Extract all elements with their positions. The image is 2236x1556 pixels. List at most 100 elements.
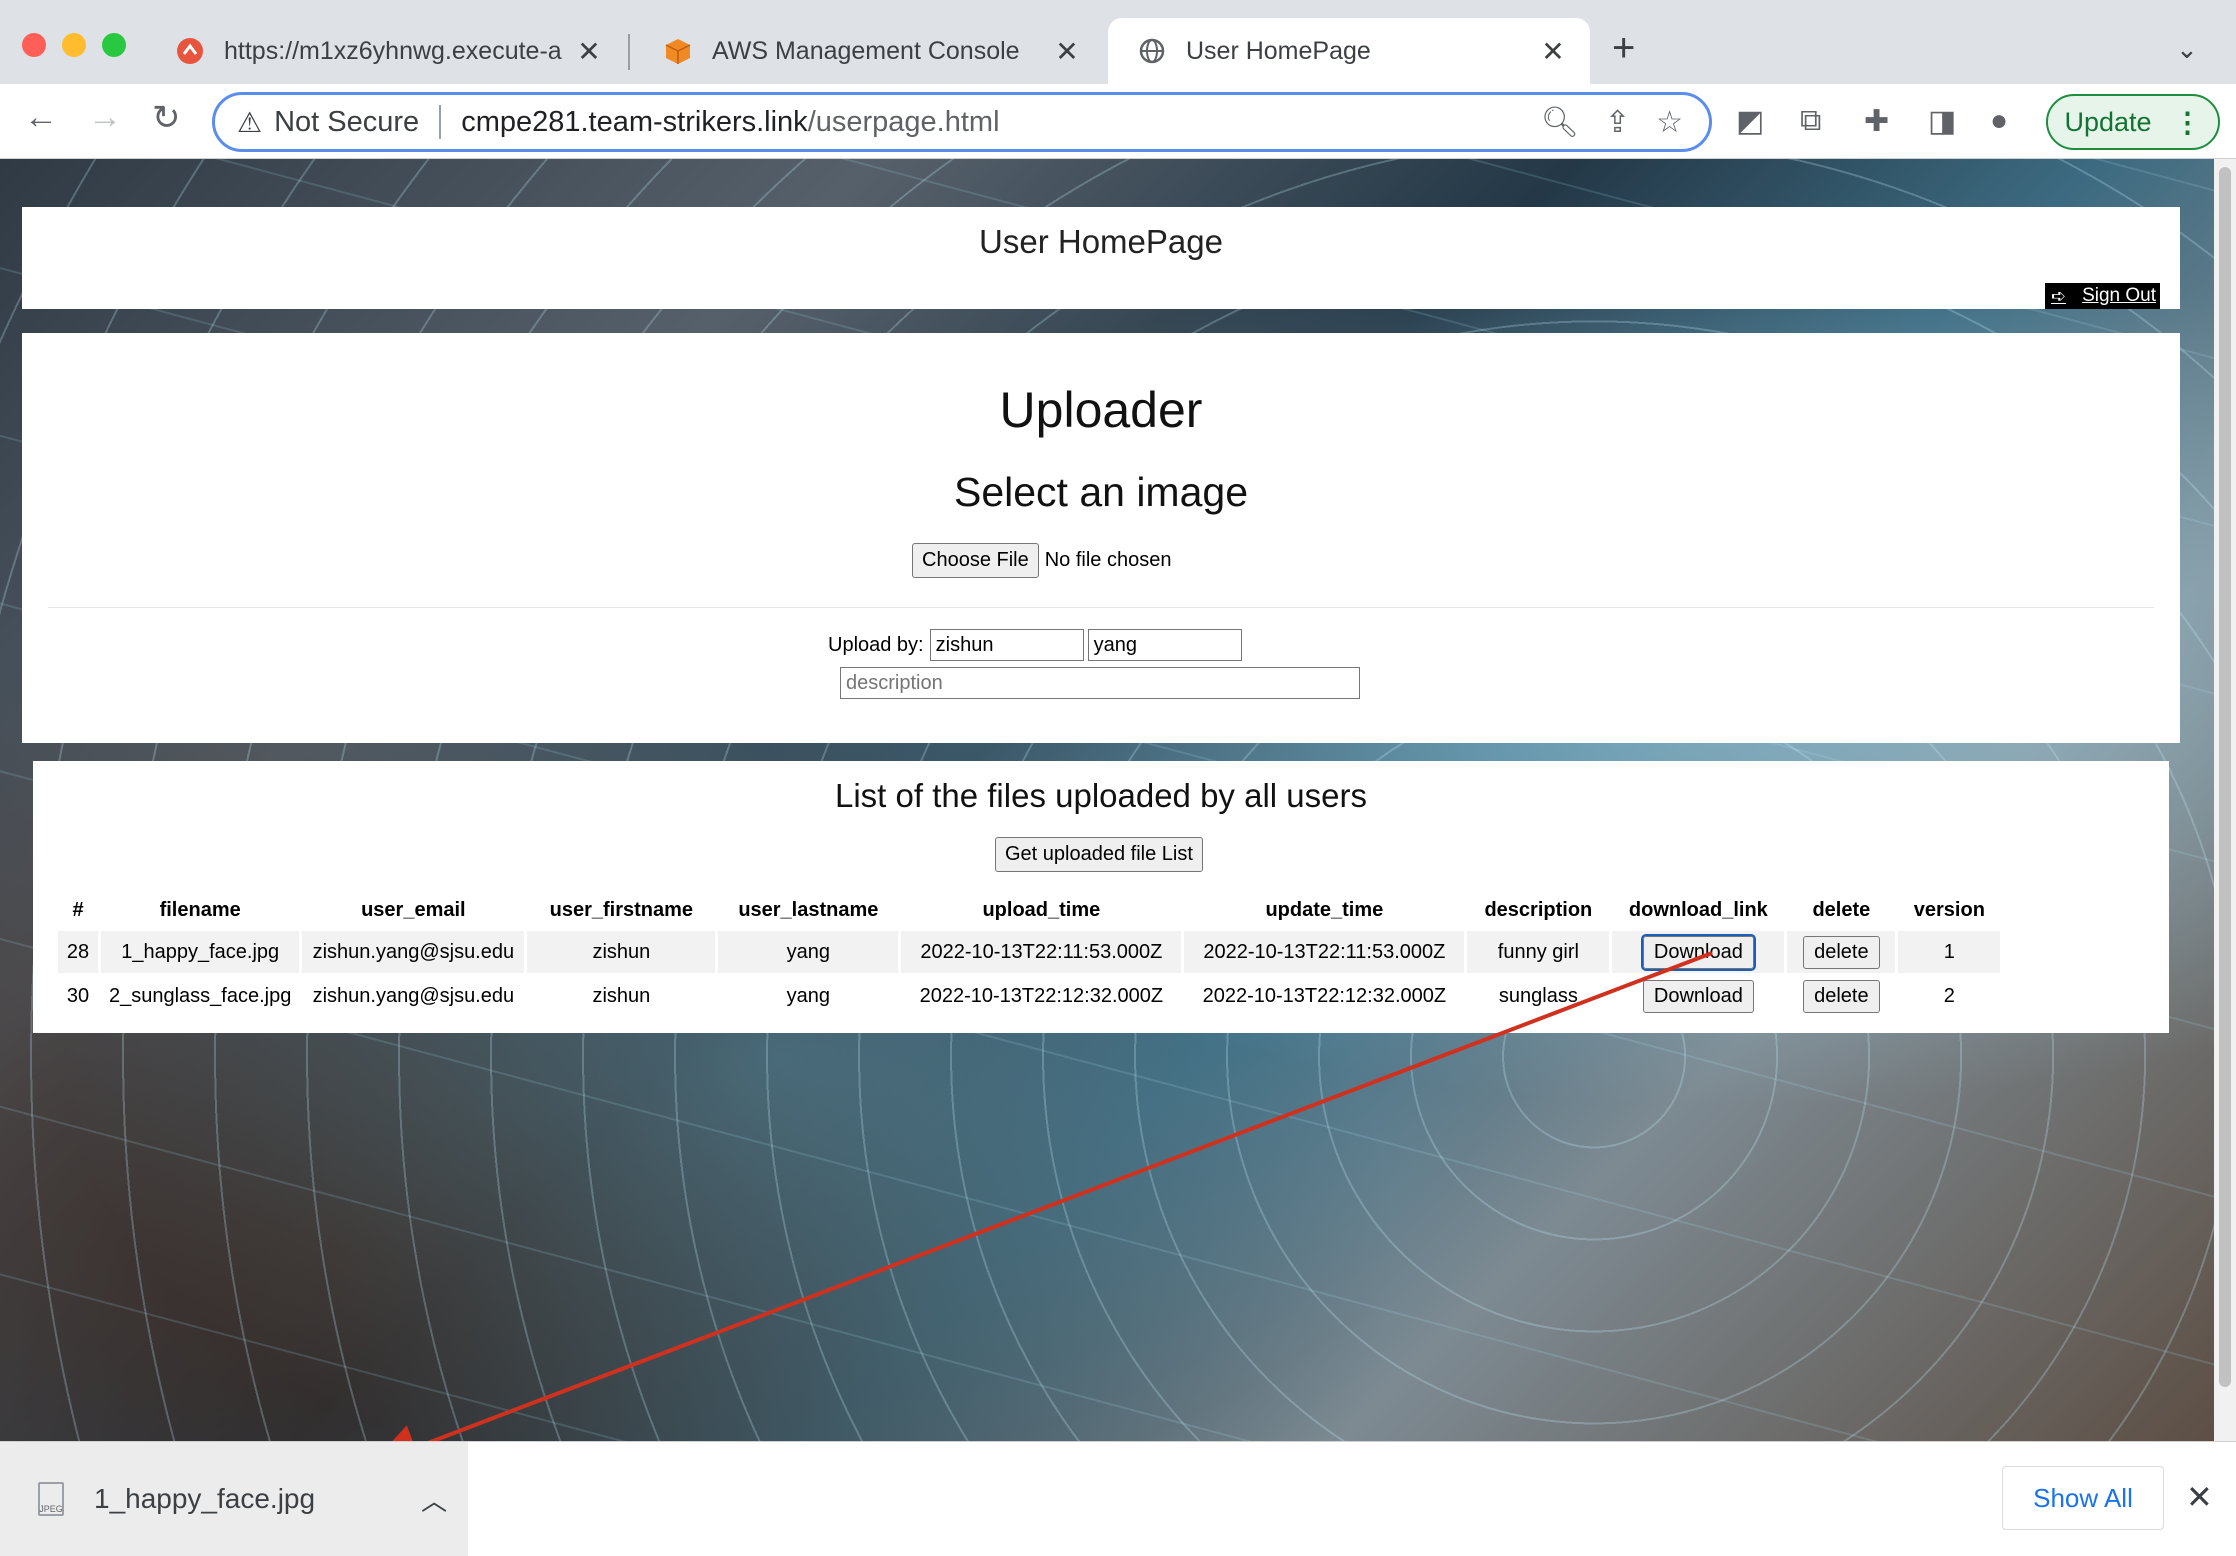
cell-filename: 1_happy_face.jpg bbox=[101, 931, 300, 973]
col-header: version bbox=[1913, 898, 1985, 921]
cell-id: 30 bbox=[66, 984, 90, 1007]
cell-delete: delete bbox=[1787, 931, 1896, 973]
col-header: user_lastname bbox=[738, 898, 879, 921]
choose-file-button[interactable]: Choose File bbox=[912, 543, 1039, 578]
download-filename: 1_happy_face.jpg bbox=[94, 1483, 316, 1514]
close-tab-icon[interactable]: ✕ bbox=[574, 35, 604, 68]
tab-strip: https://m1xz6yhnwg.execute-a ✕ AWS Manag… bbox=[0, 0, 2236, 84]
col-header: upload_time bbox=[982, 898, 1101, 921]
cell-lastname: yang bbox=[786, 984, 831, 1007]
table-row: 28 1_happy_face.jpg zishun.yang@sjsu.edu… bbox=[58, 931, 2001, 973]
close-tab-icon[interactable]: ✕ bbox=[1052, 35, 1082, 68]
forward-arrow-icon[interactable]: → bbox=[88, 98, 122, 137]
cell-download: Download bbox=[1612, 931, 1785, 973]
tab-title: https://m1xz6yhnwg.execute-a bbox=[224, 36, 562, 65]
kebab-menu-icon[interactable]: ⋮ bbox=[2174, 106, 2202, 139]
share-icon[interactable]: ⇪ bbox=[1605, 105, 1630, 140]
extensions-puzzle-icon[interactable]: ✚ bbox=[1864, 104, 1889, 139]
table-row: 30 2_sunglass_face.jpg zishun.yang@sjsu.… bbox=[58, 975, 2000, 1017]
select-image-heading: Select an image bbox=[953, 469, 1248, 515]
url-path: /userpage.html bbox=[807, 105, 1000, 138]
new-tab-plus-icon[interactable]: + bbox=[1612, 26, 1635, 71]
delete-button[interactable]: delete bbox=[1803, 935, 1880, 969]
bookmark-star-icon[interactable]: ☆ bbox=[1656, 105, 1683, 140]
files-table: # filename user_email user_firstname use… bbox=[55, 889, 2003, 1019]
side-panel-icon[interactable]: ◨ bbox=[1928, 104, 1956, 139]
download-item[interactable]: JPEG 1_happy_face.jpg ︿ bbox=[0, 1442, 468, 1556]
tab-user-homepage[interactable]: User HomePage ✕ bbox=[1108, 18, 1590, 84]
close-window-button[interactable] bbox=[22, 33, 46, 57]
col-header: description bbox=[1484, 898, 1593, 921]
firstname-input[interactable]: zishun bbox=[929, 629, 1084, 661]
col-header: # bbox=[72, 898, 84, 921]
warning-triangle-icon[interactable]: ⚠ bbox=[237, 106, 262, 139]
cell-delete: delete bbox=[1787, 975, 1895, 1017]
cell-email: zishun.yang@sjsu.edu bbox=[302, 931, 525, 973]
scrollbar-thumb[interactable] bbox=[2219, 167, 2231, 1387]
cell-lastname: yang bbox=[718, 931, 899, 973]
address-bar[interactable]: ⚠ Not Secure cmpe281.team-strikers.link/… bbox=[212, 92, 1712, 152]
cell-version: 2 bbox=[1943, 984, 1955, 1007]
description-placeholder: description bbox=[846, 671, 943, 694]
col-header: user_firstname bbox=[549, 898, 694, 921]
url-host: cmpe281.team-strikers.link bbox=[461, 105, 808, 138]
zoom-magnifier-icon[interactable]: 🔍︎ bbox=[1541, 105, 1579, 140]
tab-api-gateway[interactable]: https://m1xz6yhnwg.execute-a ✕ bbox=[146, 18, 626, 84]
back-arrow-icon[interactable]: ← bbox=[24, 98, 58, 137]
cell-download: Download bbox=[1612, 975, 1784, 1017]
get-file-list-button[interactable]: Get uploaded file List bbox=[995, 837, 1203, 872]
file-list-panel: List of the files uploaded by all users … bbox=[33, 761, 2169, 1033]
description-input[interactable]: description bbox=[840, 667, 1360, 699]
tab-title: AWS Management Console bbox=[712, 36, 1020, 65]
col-header: user_email bbox=[361, 898, 466, 921]
cell-upload-time: 2022-10-13T22:12:32.000Z bbox=[919, 984, 1164, 1007]
update-label: Update bbox=[2064, 106, 2152, 137]
lastname-input[interactable]: yang bbox=[1087, 629, 1242, 661]
chevron-up-icon[interactable]: ︿ bbox=[421, 1481, 447, 1518]
uploader-panel: Uploader Select an image Choose File No … bbox=[22, 333, 2180, 743]
upload-by-label: Upload by: bbox=[828, 633, 924, 656]
url-text[interactable]: cmpe281.team-strikers.link/userpage.html bbox=[461, 106, 1541, 139]
aws-cube-icon bbox=[665, 39, 691, 64]
globe-icon bbox=[1139, 38, 1165, 64]
cell-version: 1 bbox=[1898, 931, 2001, 973]
col-header: download_link bbox=[1628, 898, 1768, 921]
zoom-window-button[interactable] bbox=[102, 33, 126, 57]
browser-toolbar: ← → ↻ ⚠ Not Secure cmpe281.team-strikers… bbox=[0, 84, 2236, 159]
tab-search-chevron-icon[interactable]: ⌄ bbox=[2176, 34, 2198, 65]
download-bar: JPEG 1_happy_face.jpg ︿ Show All ✕ bbox=[0, 1441, 2236, 1556]
no-file-chosen-text: No file chosen bbox=[1044, 549, 1172, 571]
close-tab-icon[interactable]: ✕ bbox=[1538, 35, 1568, 68]
sign-out-icon: ➪ bbox=[2050, 285, 2067, 306]
cell-email: zishun.yang@sjsu.edu bbox=[312, 984, 515, 1007]
upload-by-row: Upload by: zishun yang bbox=[828, 629, 1242, 661]
tab-aws-console[interactable]: AWS Management Console ✕ bbox=[634, 18, 1104, 84]
reload-icon[interactable]: ↻ bbox=[152, 98, 181, 138]
sign-out-link[interactable]: ➪ Sign Out bbox=[2044, 283, 2160, 309]
cell-update-time: 2022-10-13T22:12:32.000Z bbox=[1202, 984, 1447, 1007]
cell-description: sunglass bbox=[1498, 984, 1578, 1007]
cast-icon[interactable]: ⧉ bbox=[1800, 104, 1821, 138]
col-header: update_time bbox=[1265, 898, 1384, 921]
cell-firstname: zishun bbox=[527, 931, 716, 973]
update-button[interactable]: Update ⋮ bbox=[2046, 94, 2220, 150]
minimize-window-button[interactable] bbox=[62, 33, 86, 57]
cell-id: 28 bbox=[58, 931, 98, 973]
page-title: User HomePage bbox=[979, 223, 1223, 260]
extension-square-icon[interactable]: ◩ bbox=[1736, 104, 1764, 139]
col-header: delete bbox=[1812, 898, 1871, 921]
cell-upload-time: 2022-10-13T22:11:53.000Z bbox=[901, 931, 1182, 973]
file-input[interactable]: Choose File No file chosen bbox=[912, 543, 1171, 578]
delete-button[interactable]: delete bbox=[1803, 979, 1880, 1013]
page-scrollbar[interactable] bbox=[2214, 159, 2236, 1441]
profile-avatar-icon[interactable]: ● bbox=[1990, 104, 2008, 138]
uploader-heading: Uploader bbox=[999, 382, 1203, 438]
download-button[interactable]: Download bbox=[1642, 979, 1754, 1013]
security-status-label[interactable]: Not Secure bbox=[274, 106, 419, 139]
table-header-row: # filename user_email user_firstname use… bbox=[58, 891, 2000, 929]
divider bbox=[48, 607, 2154, 608]
close-download-bar-icon[interactable]: ✕ bbox=[2186, 1478, 2213, 1516]
show-all-button[interactable]: Show All bbox=[2002, 1466, 2164, 1530]
download-button[interactable]: Download bbox=[1640, 933, 1756, 971]
jpeg-file-icon: JPEG bbox=[38, 1482, 64, 1516]
